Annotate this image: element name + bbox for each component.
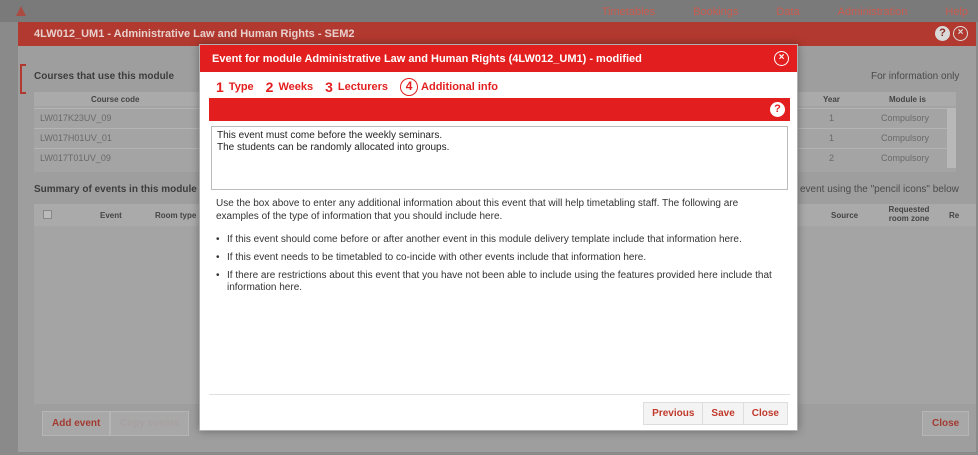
step-weeks[interactable]: 2 Weeks [266, 79, 313, 95]
wizard-steps: 1 Type 2 Weeks 3 Lecturers 4 Additional … [216, 78, 510, 96]
top-nav: Timetables Bookings Data Administration … [564, 6, 968, 18]
previous-button[interactable]: Previous [643, 402, 704, 425]
section-bar: ? [209, 98, 790, 121]
col-requested-room-zone: Requested room zone [888, 205, 930, 223]
module-window-header: 4LW012_UM1 - Administrative Law and Huma… [18, 22, 976, 46]
events-table: Event Room type [34, 204, 199, 404]
col-room-type: Room type [155, 211, 197, 220]
close-icon[interactable]: × [774, 51, 789, 66]
nav-administration[interactable]: Administration [838, 6, 908, 18]
step-type[interactable]: 1 Type [216, 79, 254, 95]
logo-corner-icon [16, 6, 26, 16]
save-button[interactable]: Save [702, 402, 744, 425]
summary-hint: event using the "pencil icons" below [800, 184, 959, 195]
step-additional-info[interactable]: 4 Additional info [400, 78, 498, 96]
help-icon[interactable]: ? [770, 102, 785, 117]
table-row[interactable]: LW017T01UV_09 [34, 148, 199, 167]
close-icon[interactable]: × [953, 26, 968, 41]
summary-heading: Summary of events in this module d [34, 184, 206, 195]
event-dialog: Event for module Administrative Law and … [199, 44, 798, 431]
col-year: Year [823, 95, 840, 104]
table-row[interactable]: 1 Compulsory [797, 128, 947, 147]
nav-data[interactable]: Data [776, 6, 799, 18]
dialog-title: Event for module Administrative Law and … [212, 53, 642, 65]
col-module-is: Module is [889, 95, 926, 104]
table-scrollbar[interactable] [947, 108, 956, 168]
top-bar: Timetables Bookings Data Administration … [0, 0, 978, 22]
module-window-title: 4LW012_UM1 - Administrative Law and Huma… [34, 28, 355, 40]
events-table-right: Source Requested room zone Re [797, 204, 976, 404]
courses-table: Course code LW017K23UV_09 LW017H01UV_01 … [34, 92, 199, 172]
info-only-label: For information only [871, 71, 960, 82]
add-event-button[interactable]: Add event [42, 411, 111, 436]
list-item: • If there are restrictions about this ev… [216, 270, 772, 293]
courses-table-right: Year Module is 1 Compulsory 1 Compulsory… [797, 92, 956, 172]
col-course-code: Course code [91, 95, 140, 104]
additional-info-textarea[interactable]: This event must come before the weekly s… [211, 126, 788, 190]
table-row[interactable]: LW017H01UV_01 [34, 128, 199, 147]
table-row[interactable]: 2 Compulsory [797, 148, 947, 167]
copy-events-button[interactable]: Copy events [110, 411, 190, 436]
table-row[interactable]: 1 Compulsory [797, 108, 947, 127]
select-all-checkbox[interactable] [43, 210, 52, 219]
background-close-button[interactable]: Close [922, 411, 970, 436]
col-re: Re [949, 211, 960, 220]
courses-heading: Courses that use this module [34, 71, 175, 82]
list-item: • If this event needs to be timetabled to… [216, 252, 647, 263]
instructions-text: Use the box above to enter any additiona… [216, 198, 739, 222]
footer-divider [209, 394, 790, 395]
close-button[interactable]: Close [742, 402, 788, 425]
nav-timetables[interactable]: Timetables [602, 6, 655, 18]
dialog-footer: Previous Save Close [643, 402, 788, 425]
nav-bookings[interactable]: Bookings [693, 6, 738, 18]
list-item: • If this event should come before or aft… [216, 234, 742, 245]
help-icon[interactable]: ? [935, 26, 950, 41]
step-lecturers[interactable]: 3 Lecturers [325, 79, 388, 95]
table-row[interactable]: LW017K23UV_09 [34, 108, 199, 127]
side-tab [20, 64, 26, 94]
col-event: Event [100, 211, 122, 220]
instructions-list: • If this event should come before or aft… [216, 234, 776, 300]
dialog-header: Event for module Administrative Law and … [200, 45, 797, 72]
col-source: Source [831, 211, 859, 220]
nav-help[interactable]: Help [945, 6, 968, 18]
